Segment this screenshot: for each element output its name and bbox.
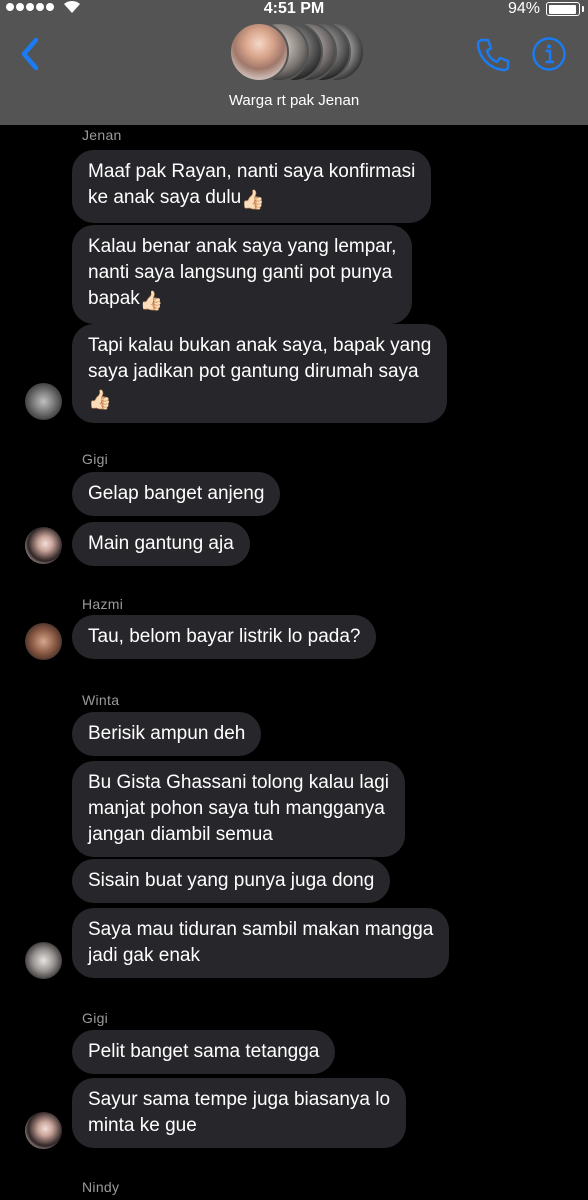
avatar[interactable] [25,942,62,979]
avatar[interactable] [25,383,62,420]
thumbs-up-icon: 👍🏻 [88,390,112,411]
phone-icon [476,38,510,72]
message-bubble[interactable]: Tau, belom bayar listrik lo pada? [72,615,377,659]
group-name[interactable]: Warga rt pak Jenan [0,92,588,109]
avatar[interactable] [25,1112,62,1149]
call-button[interactable] [474,36,512,74]
chevron-left-icon [21,37,39,71]
message-list[interactable]: Jenan Maaf pak Rayan, nanti saya konfirm… [0,125,588,1200]
battery-icon [546,2,584,16]
back-button[interactable] [16,34,46,74]
message-bubble[interactable]: Sisain buat yang punya juga dong [72,859,391,903]
avatar[interactable] [25,623,62,660]
avatar[interactable] [25,527,62,564]
sender-name: Gigi [82,1010,109,1026]
group-avatar-stack[interactable] [229,20,365,82]
message-bubble[interactable]: Bu Gista Ghassani tolong kalau lagi manj… [72,761,406,857]
sender-name: Hazmi [82,596,124,612]
status-time: 4:51 PM [263,0,325,17]
message-bubble[interactable]: Sayur sama tempe juga biasanya lo minta … [72,1078,407,1148]
sender-name: Winta [82,692,120,708]
message-bubble[interactable]: Maaf pak Rayan, nanti saya konfirmasi ke… [72,150,432,223]
chat-header: 4:51 PM 94% Warga rt pak Jenan [0,0,588,125]
message-bubble[interactable]: Tapi kalau bukan anak saya, bapak yang s… [72,324,448,423]
message-bubble[interactable]: Kalau benar anak saya yang lempar, nanti… [72,225,413,324]
thumbs-up-icon: 👍🏻 [241,190,265,211]
message-bubble[interactable]: Gelap banget anjeng [72,472,281,516]
sender-name: Jenan [82,127,122,143]
info-button[interactable] [531,36,567,72]
group-avatar-main [229,22,289,82]
message-bubble[interactable]: Main gantung aja [72,522,250,566]
status-bar: 4:51 PM 94% [0,0,588,20]
sender-name: Gigi [82,451,109,467]
info-icon [532,37,566,71]
battery-fill [548,4,576,14]
message-bubble[interactable]: Berisik ampun deh [72,712,262,756]
sender-name: Nindy [82,1179,120,1195]
battery-percent: 94% [507,0,540,17]
message-bubble[interactable]: Pelit banget sama tetangga [72,1030,336,1074]
message-bubble[interactable]: Saya mau tiduran sambil makan mangga jad… [72,908,450,978]
thumbs-up-icon: 👍🏻 [139,291,164,312]
